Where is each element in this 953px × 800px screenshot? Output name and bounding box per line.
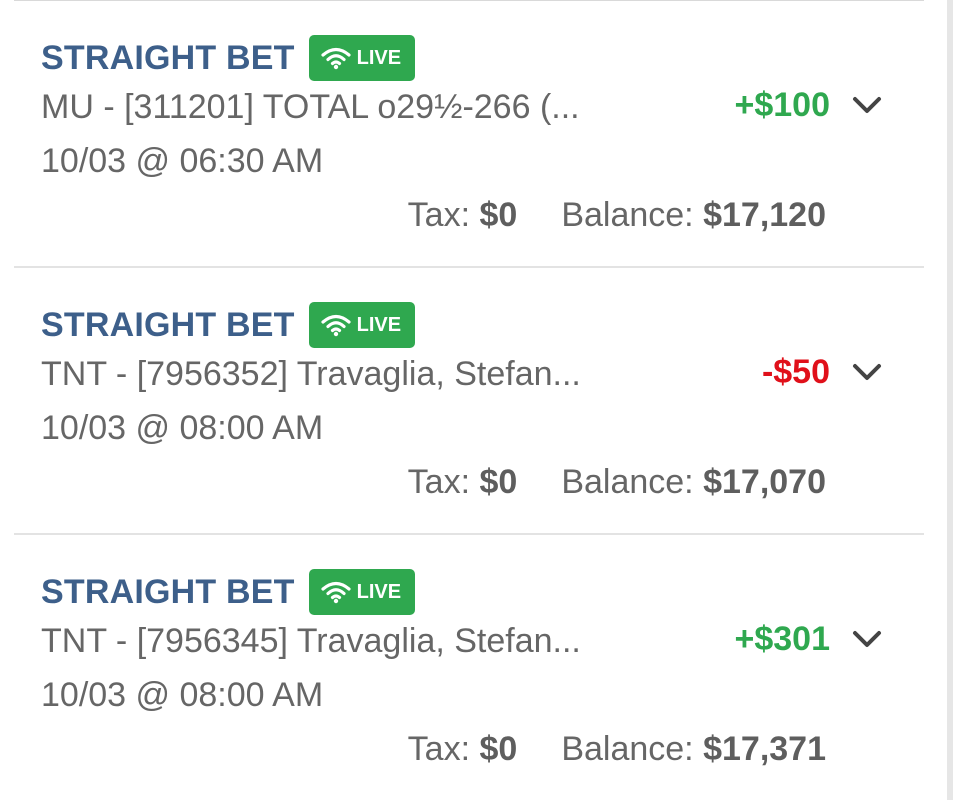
chevron-down-icon[interactable]: [850, 622, 884, 656]
bet-datetime: 10/03 @ 08:00 AM: [41, 676, 324, 714]
chevron-down-icon[interactable]: [850, 355, 884, 389]
wifi-icon: [321, 581, 351, 604]
bet-amount: -$50: [761, 353, 830, 391]
live-badge: LIVE: [308, 35, 416, 81]
bet-title-row: STRAIGHT BET LIVE: [41, 302, 416, 348]
bet-history-page: STRAIGHT BET LIVE MU - [311201] TOTAL o2…: [0, 0, 953, 800]
bet-type-label: STRAIGHT BET: [41, 39, 295, 77]
tax-info: Tax: $0: [408, 462, 518, 502]
live-label: LIVE: [356, 580, 402, 603]
tax-info: Tax: $0: [408, 729, 518, 769]
bet-card[interactable]: STRAIGHT BET LIVE TNT - [7956345] Travag…: [14, 535, 924, 800]
bet-description: TNT - [7956352] Travaglia, Stefan...: [41, 355, 581, 393]
bet-amount-row: +$301: [735, 619, 885, 659]
balance-value: $17,070: [703, 463, 826, 501]
bet-type-label: STRAIGHT BET: [41, 306, 295, 344]
live-badge: LIVE: [308, 569, 416, 615]
bet-amount: +$100: [734, 86, 831, 124]
bet-amount: +$301: [734, 620, 831, 658]
wifi-icon: [321, 314, 351, 337]
tax-value: $0: [479, 730, 518, 768]
bet-description: TNT - [7956345] Travaglia, Stefan...: [41, 622, 581, 660]
bet-amount-row: +$100: [735, 85, 885, 125]
live-label: LIVE: [356, 46, 402, 69]
bet-title-row: STRAIGHT BET LIVE: [41, 569, 416, 615]
tax-label: Tax:: [407, 730, 471, 768]
balance-info: Balance: $17,371: [561, 729, 826, 769]
tax-value: $0: [479, 463, 518, 501]
bet-description: MU - [311201] TOTAL o29½-266 (...: [41, 88, 580, 126]
live-label: LIVE: [356, 313, 402, 336]
chevron-down-icon[interactable]: [850, 88, 884, 122]
bet-title-row: STRAIGHT BET LIVE: [41, 35, 416, 81]
bet-footer: Tax: $0 Balance: $17,371: [408, 729, 826, 769]
bet-datetime: 10/03 @ 08:00 AM: [41, 409, 324, 447]
balance-value: $17,120: [703, 196, 826, 234]
scrollbar[interactable]: [947, 0, 953, 800]
live-badge: LIVE: [308, 302, 416, 348]
bet-type-label: STRAIGHT BET: [41, 573, 295, 611]
tax-value: $0: [479, 196, 518, 234]
balance-info: Balance: $17,120: [561, 195, 826, 235]
bet-card[interactable]: STRAIGHT BET LIVE MU - [311201] TOTAL o2…: [14, 1, 924, 268]
bet-amount-row: -$50: [762, 352, 884, 392]
balance-info: Balance: $17,070: [561, 462, 826, 502]
tax-label: Tax:: [407, 463, 471, 501]
bet-card[interactable]: STRAIGHT BET LIVE TNT - [7956352] Travag…: [14, 268, 924, 535]
balance-value: $17,371: [703, 730, 826, 768]
bet-footer: Tax: $0 Balance: $17,120: [408, 195, 826, 235]
bet-footer: Tax: $0 Balance: $17,070: [408, 462, 826, 502]
balance-label: Balance:: [561, 463, 694, 501]
bet-datetime: 10/03 @ 06:30 AM: [41, 142, 324, 180]
tax-label: Tax:: [407, 196, 471, 234]
bet-list: STRAIGHT BET LIVE MU - [311201] TOTAL o2…: [14, 0, 924, 800]
balance-label: Balance:: [561, 196, 694, 234]
balance-label: Balance:: [561, 730, 694, 768]
tax-info: Tax: $0: [408, 195, 518, 235]
wifi-icon: [321, 47, 351, 70]
